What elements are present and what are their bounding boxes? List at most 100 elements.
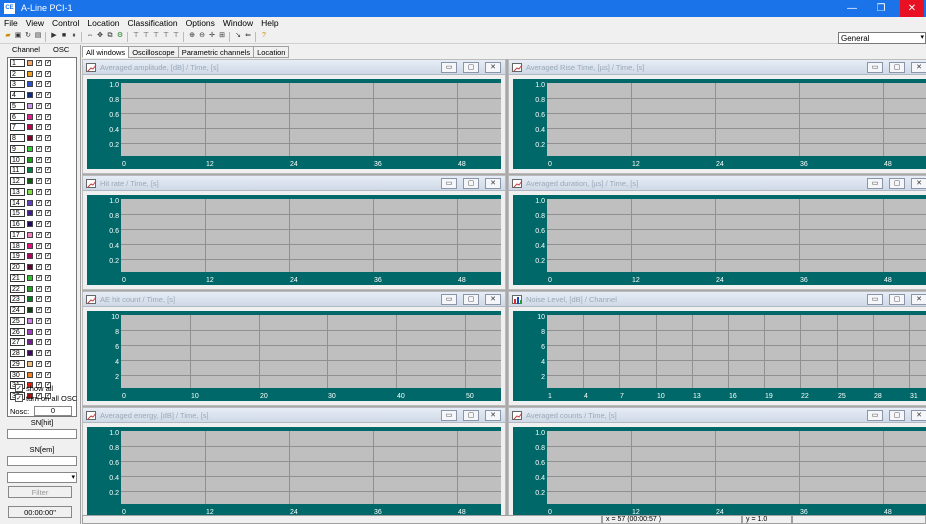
channel-visible-checkbox[interactable]: ✓ [36,263,42,270]
minimize-button[interactable]: — [840,0,864,17]
chart-caption[interactable]: Averaged amplitude, [dB] / Time, [s] ▭ ▢ ✕ [83,60,505,75]
sn-em-field[interactable] [7,456,77,466]
channel-row[interactable]: 24 ✓ ✓ [9,305,75,314]
channel-color-swatch[interactable] [27,81,33,87]
channel-color-swatch[interactable] [27,156,33,163]
menu-help[interactable]: Help [257,17,282,28]
channel-color-swatch[interactable] [27,296,33,302]
plot-area[interactable] [547,431,926,504]
channel-color-swatch[interactable] [27,275,33,281]
channel-row[interactable]: 7 ✓ ✓ [9,123,75,131]
channel-number[interactable]: 8 [10,133,25,142]
filter-4-icon[interactable]: ⊤ [162,32,170,40]
help-icon[interactable]: ? [260,32,268,40]
zoom-in-icon[interactable]: ⊕ [188,32,196,40]
channel-visible-checkbox[interactable]: ✓ [36,210,42,216]
tab-parametric-channels[interactable]: Parametric channels [177,46,255,58]
channel-number[interactable]: 28 [10,348,25,357]
channel-osc-checkbox[interactable]: ✓ [45,285,51,292]
channel-color-swatch[interactable] [27,306,33,313]
tab-oscilloscope[interactable]: Oscilloscope [128,46,179,58]
pointer-icon[interactable]: ↘ [234,32,242,40]
channel-osc-checkbox[interactable]: ✓ [45,60,51,66]
chart-window[interactable]: Noise Level, [dB] / Channel ▭ ▢ ✕ 10 8 6 4 2 1 4 7 1… [508,291,926,406]
channel-number[interactable]: 4 [10,90,25,99]
channel-visible-checkbox[interactable]: ✓ [36,253,42,259]
channel-osc-checkbox[interactable]: ✓ [45,328,51,335]
channel-visible-checkbox[interactable]: ✓ [36,306,42,313]
channel-row[interactable]: 16 ✓ ✓ [9,219,75,228]
channel-row[interactable]: 27 ✓ ✓ [9,338,75,346]
channel-color-swatch[interactable] [27,177,33,184]
zoom-out-icon[interactable]: ⊖ [198,32,206,40]
chart-window[interactable]: Averaged Rise Time, [µs] / Time, [s] ▭ ▢ ✕ 1… [508,59,926,174]
plot-area[interactable] [547,315,926,388]
copy-icon[interactable]: ⧉ [106,32,114,40]
channel-color-swatch[interactable] [27,328,33,335]
tab-location[interactable]: Location [253,46,290,58]
channel-osc-checkbox[interactable]: ✓ [45,113,51,120]
channel-visible-checkbox[interactable]: ✓ [36,199,42,206]
channel-osc-checkbox[interactable]: ✓ [45,210,51,216]
channel-osc-checkbox[interactable]: ✓ [45,242,51,249]
restore-button[interactable]: ❐ [869,0,893,17]
channel-number[interactable]: 26 [10,327,25,336]
channel-osc-checkbox[interactable]: ✓ [45,296,51,302]
tab-all-windows[interactable]: All windows [82,46,130,58]
channel-color-swatch[interactable] [27,220,33,227]
channel-color-swatch[interactable] [27,253,33,259]
settings-icon[interactable]: ⚙ [116,32,124,40]
maximize-icon[interactable]: ▢ [463,410,479,421]
channel-color-swatch[interactable] [27,263,33,270]
channel-visible-checkbox[interactable]: ✓ [36,296,42,302]
channel-osc-checkbox[interactable]: ✓ [45,275,51,281]
channel-color-swatch[interactable] [27,124,33,130]
channel-color-swatch[interactable] [27,60,33,66]
menu-options[interactable]: Options [182,17,219,28]
channel-visible-checkbox[interactable]: ✓ [36,177,42,184]
channel-color-swatch[interactable] [27,103,33,109]
channel-row[interactable]: 21 ✓ ✓ [9,274,75,282]
chart-window[interactable]: Averaged energy, [dB] / Time, [s] ▭ ▢ ✕ 1.0 0… [82,407,506,522]
menu-location[interactable]: Location [83,17,123,28]
chart-window[interactable]: Averaged duration, [µs] / Time, [s] ▭ ▢ ✕ 1.… [508,175,926,290]
channel-row[interactable]: 15 ✓ ✓ [9,209,75,217]
minimize-icon[interactable]: ▭ [441,62,457,73]
chevron-down-icon[interactable]: ▾ [920,33,924,41]
channel-osc-checkbox[interactable]: ✓ [45,306,51,313]
chart-plot[interactable]: 1.0 0.8 0.6 0.4 0.2 0 12 24 36 48 [87,195,501,285]
show-all-checkbox[interactable]: ✓ [15,384,23,392]
channel-row[interactable]: 6 ✓ ✓ [9,112,75,121]
pause-icon[interactable]: ⏸ [70,32,78,40]
close-icon[interactable]: ✕ [911,62,926,73]
channel-row[interactable]: 20 ✓ ✓ [9,262,75,271]
channel-row[interactable]: 5 ✓ ✓ [9,102,75,110]
channel-number[interactable]: 3 [10,80,25,88]
filter-5-icon[interactable]: ⊤ [172,32,180,40]
channel-number[interactable]: 9 [10,145,25,153]
plot-area[interactable] [121,431,501,504]
stop-icon[interactable]: ■ [60,32,68,40]
menu-file[interactable]: File [0,17,22,28]
chart-plot[interactable]: 1.0 0.8 0.6 0.4 0.2 0 12 24 36 48 [513,195,926,285]
grid-icon[interactable]: ⊞ [218,32,226,40]
chart-window[interactable]: Averaged counts / Time, [s] ▭ ▢ ✕ 1.0 0.8 0.6 0… [508,407,926,522]
channel-visible-checkbox[interactable]: ✓ [36,81,42,87]
channel-osc-checkbox[interactable]: ✓ [45,220,51,227]
channel-visible-checkbox[interactable]: ✓ [36,232,42,238]
channel-color-swatch[interactable] [27,134,33,141]
channel-row[interactable]: 9 ✓ ✓ [9,145,75,153]
channel-osc-checkbox[interactable]: ✓ [45,253,51,259]
maximize-icon[interactable]: ▢ [889,410,905,421]
close-icon[interactable]: ✕ [911,294,926,305]
channel-visible-checkbox[interactable]: ✓ [36,124,42,130]
channel-visible-checkbox[interactable]: ✓ [36,285,42,292]
channel-color-swatch[interactable] [27,199,33,206]
close-icon[interactable]: ✕ [485,178,501,189]
chart-plot[interactable]: 1.0 0.8 0.6 0.4 0.2 0 12 24 36 48 [513,79,926,169]
maximize-icon[interactable]: ▢ [889,294,905,305]
minimize-icon[interactable]: ▭ [441,294,457,305]
channel-osc-checkbox[interactable]: ✓ [45,361,51,367]
chart-caption[interactable]: Averaged duration, [µs] / Time, [s] ▭ ▢ ✕ [509,176,926,191]
channel-number[interactable]: 1 [10,59,25,67]
